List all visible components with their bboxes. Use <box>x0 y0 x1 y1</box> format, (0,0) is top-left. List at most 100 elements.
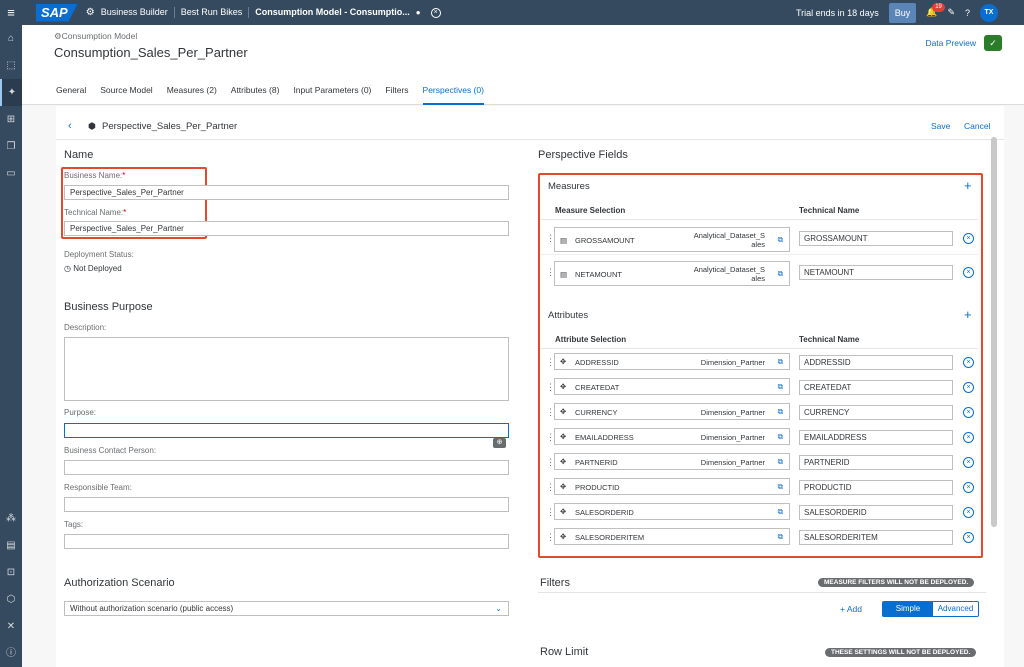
lock-icon[interactable]: ⊡ <box>0 559 22 586</box>
table-row[interactable]: ⋮ ✥ SALESORDERID ⧉ SALESORDERID × <box>541 501 978 526</box>
copy-icon[interactable]: ⧉ <box>778 407 783 417</box>
table-row[interactable]: ⋮ ✥ CURRENCY Dimension_Partner ⧉ CURRENCY × <box>541 401 978 426</box>
simple-toggle[interactable]: Simple <box>883 602 933 616</box>
cancel-button[interactable]: Cancel <box>964 121 990 131</box>
technical-name-field[interactable]: CURRENCY <box>799 405 953 420</box>
remove-icon[interactable]: × <box>963 457 974 468</box>
table-row[interactable]: ⋮ ✥ ADDRESSID Dimension_Partner ⧉ ADDRESSID × <box>541 351 978 376</box>
copy-icon[interactable]: ⧉ <box>778 507 783 517</box>
remove-icon[interactable]: × <box>963 432 974 443</box>
catalog-icon[interactable]: ❐ <box>0 133 22 160</box>
scrollbar[interactable] <box>991 137 997 527</box>
table-row[interactable]: ⋮ ✥ EMAILADDRESS Dimension_Partner ⧉ EMAILADD… <box>541 426 978 451</box>
remove-icon[interactable]: × <box>963 407 974 418</box>
copy-icon[interactable]: ⧉ <box>778 532 783 542</box>
attribute-field[interactable]: ✥ CREATEDAT ⧉ <box>554 378 790 395</box>
table-row[interactable]: ⋮ ✥ PARTNERID Dimension_Partner ⧉ PARTNERID × <box>541 451 978 476</box>
technical-name-input[interactable]: Perspective_Sales_Per_Partner <box>64 221 509 236</box>
help-icon[interactable]: ? <box>965 8 970 18</box>
notifications-icon[interactable]: 🔔 19 <box>926 3 945 18</box>
copy-icon[interactable]: ⧉ <box>778 269 783 279</box>
attribute-field[interactable]: ✥ EMAILADDRESS Dimension_Partner ⧉ <box>554 428 790 445</box>
technical-name-field[interactable]: GROSSAMOUNT <box>799 231 953 246</box>
technical-name-field[interactable]: SALESORDERID <box>799 505 953 520</box>
remove-icon[interactable]: × <box>963 267 974 278</box>
deploy-status-icon[interactable]: ✓ <box>984 35 1002 51</box>
measure-field[interactable]: ▤ GROSSAMOUNT Analytical_Dataset_S ales ⧉ <box>554 227 790 252</box>
copy-icon[interactable]: ⧉ <box>778 482 783 492</box>
business-builder-nav-icon[interactable]: ✦ <box>0 79 22 106</box>
breadcrumb-space[interactable]: Best Run Bikes <box>175 7 250 18</box>
remove-icon[interactable]: × <box>963 507 974 518</box>
value-help-icon[interactable]: ⊕ <box>493 438 506 448</box>
measure-field[interactable]: ▤ NETAMOUNT Analytical_Dataset_S ales ⧉ <box>554 261 790 286</box>
technical-name-field[interactable]: NETAMOUNT <box>799 265 953 280</box>
team-input[interactable] <box>64 497 509 512</box>
attribute-field[interactable]: ✥ CURRENCY Dimension_Partner ⧉ <box>554 403 790 420</box>
purpose-input[interactable] <box>64 423 509 438</box>
buy-button[interactable]: Buy <box>888 2 917 23</box>
business-name-input[interactable]: Perspective_Sales_Per_Partner <box>64 185 509 200</box>
close-tab-icon[interactable]: × <box>430 7 441 18</box>
technical-name-field[interactable]: PRODUCTID <box>799 480 953 495</box>
copy-icon[interactable]: ⧉ <box>778 432 783 442</box>
data-flow-icon[interactable]: ⊞ <box>0 106 22 133</box>
tab-source-model[interactable]: Source Model <box>100 85 152 105</box>
attribute-field[interactable]: ✥ PRODUCTID ⧉ <box>554 478 790 495</box>
attribute-field[interactable]: ✥ SALESORDERID ⧉ <box>554 503 790 520</box>
info-icon[interactable]: ⓘ <box>0 640 22 667</box>
data-preview-link[interactable]: Data Preview <box>925 38 976 48</box>
remove-icon[interactable]: × <box>963 482 974 493</box>
tab-general[interactable]: General <box>56 85 86 105</box>
menu-icon[interactable]: ≡ <box>0 5 22 20</box>
copy-icon[interactable]: ⧉ <box>778 382 783 392</box>
remove-icon[interactable]: × <box>963 357 974 368</box>
tab-filters[interactable]: Filters <box>385 85 408 105</box>
table-row[interactable]: ⋮ ✥ PRODUCTID ⧉ PRODUCTID × <box>541 476 978 501</box>
back-icon[interactable]: ‹ <box>68 120 72 132</box>
description-textarea[interactable] <box>64 337 509 401</box>
data-builder-icon[interactable]: ⬚ <box>0 52 22 79</box>
contact-input[interactable] <box>64 460 509 475</box>
technical-name-field[interactable]: CREATEDAT <box>799 380 953 395</box>
add-attribute-icon[interactable]: + <box>964 307 972 322</box>
monitor-icon[interactable]: ▭ <box>0 160 22 187</box>
remove-icon[interactable]: × <box>963 233 974 244</box>
unsaved-dot-icon: ● <box>415 8 421 17</box>
save-button[interactable]: Save <box>931 121 950 131</box>
table-row[interactable]: ⋮ ✥ SALESORDERITEM ⧉ SALESORDERITEM × <box>541 526 978 551</box>
authorization-select[interactable]: Without authorization scenario (public a… <box>64 601 509 616</box>
package-icon[interactable]: ⬡ <box>0 586 22 613</box>
tab-input-parameters[interactable]: Input Parameters (0) <box>293 85 371 105</box>
sap-logo[interactable]: SAP <box>36 3 78 22</box>
breadcrumb-business-builder[interactable]: Business Builder <box>95 7 175 18</box>
technical-name-field[interactable]: EMAILADDRESS <box>799 430 953 445</box>
add-filter-button[interactable]: + Add <box>840 604 862 614</box>
table-row[interactable]: ⋮ ▤ GROSSAMOUNT Analytical_Dataset_S ales… <box>541 225 978 255</box>
advanced-toggle[interactable]: Advanced <box>933 602 978 616</box>
copy-icon[interactable]: ⧉ <box>778 457 783 467</box>
avatar[interactable]: TX <box>980 3 998 22</box>
tab-attributes[interactable]: Attributes (8) <box>231 85 280 105</box>
tags-input[interactable] <box>64 534 509 549</box>
technical-name-field[interactable]: SALESORDERITEM <box>799 530 953 545</box>
feedback-icon[interactable]: ✎ <box>947 7 955 18</box>
add-measure-icon[interactable]: + <box>964 178 972 193</box>
attribute-field[interactable]: ✥ PARTNERID Dimension_Partner ⧉ <box>554 453 790 470</box>
copy-icon[interactable]: ⧉ <box>778 235 783 245</box>
copy-icon[interactable]: ⧉ <box>778 357 783 367</box>
tools-icon[interactable]: ✕ <box>0 613 22 640</box>
technical-name-field[interactable]: PARTNERID <box>799 455 953 470</box>
attribute-field[interactable]: ✥ SALESORDERITEM ⧉ <box>554 528 790 545</box>
remove-icon[interactable]: × <box>963 532 974 543</box>
book-icon[interactable]: ▤ <box>0 532 22 559</box>
remove-icon[interactable]: × <box>963 382 974 393</box>
technical-name-field[interactable]: ADDRESSID <box>799 355 953 370</box>
tab-measures[interactable]: Measures (2) <box>167 85 217 105</box>
table-row[interactable]: ⋮ ▤ NETAMOUNT Analytical_Dataset_S ales ⧉… <box>541 259 978 289</box>
table-row[interactable]: ⋮ ✥ CREATEDAT ⧉ CREATEDAT × <box>541 376 978 401</box>
network-icon[interactable]: ⁂ <box>0 505 22 532</box>
attribute-field[interactable]: ✥ ADDRESSID Dimension_Partner ⧉ <box>554 353 790 370</box>
home-icon[interactable]: ⌂ <box>0 25 22 52</box>
tab-perspectives[interactable]: Perspectives (0) <box>422 85 484 105</box>
